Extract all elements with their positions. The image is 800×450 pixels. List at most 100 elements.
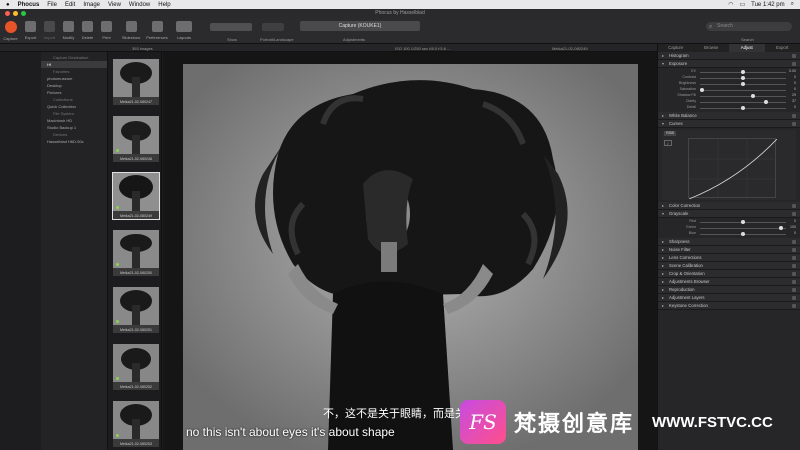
tool-reset-icon[interactable] [792, 248, 796, 252]
curve-graph[interactable] [688, 138, 778, 200]
minimize-window-icon[interactable] [13, 11, 18, 16]
slideshow-button[interactable]: Slideshow [120, 20, 142, 42]
thumbnail[interactable]: Meika21-02-080250 [113, 230, 159, 276]
tool-reset-icon[interactable] [792, 240, 796, 244]
battery-icon[interactable]: ▭ [739, 1, 745, 8]
exposure-slider-value[interactable]: 0 [794, 87, 796, 91]
exposure-slider-value[interactable]: 29 [792, 93, 796, 97]
import-button[interactable]: Import [41, 20, 58, 42]
exposure-slider-knob[interactable] [741, 70, 745, 74]
print-button[interactable]: Print [98, 20, 115, 42]
grayscale-slider-value[interactable]: 100 [790, 225, 796, 229]
eyedropper-icon[interactable]: ⁄ [664, 140, 672, 146]
exposure-slider-track[interactable] [700, 95, 786, 97]
quick-collection[interactable]: Quick Collection [41, 103, 107, 110]
tool-scene-calibration[interactable]: Scene Calibration [658, 262, 800, 270]
thumbnail[interactable]: Meika21-02-080248 [113, 116, 159, 162]
tool-lens-corrections[interactable]: Lens Corrections [658, 254, 800, 262]
tool-reset-icon[interactable] [792, 256, 796, 260]
spotlight-icon[interactable]: ⌕ [791, 1, 794, 8]
thumbnail[interactable]: Meika21-02-080251 [113, 287, 159, 333]
folder-hf[interactable]: Hf [41, 61, 107, 68]
grayscale-slider-value[interactable]: 0 [794, 231, 796, 235]
tool-reset-icon[interactable] [792, 212, 796, 216]
tool-reset-icon[interactable] [792, 296, 796, 300]
capture-session-button[interactable]: Capture (KOUKE1) [300, 21, 420, 31]
folder-photomuseum[interactable]: photomuseum [41, 75, 107, 82]
menu-window[interactable]: Window [129, 2, 150, 8]
exposure-slider-value[interactable]: 0 [794, 75, 796, 79]
tool-exposure[interactable]: Exposure [658, 60, 800, 68]
exposure-slider-knob[interactable] [700, 88, 704, 92]
grayscale-slider-knob[interactable] [741, 220, 745, 224]
volume-studio-backup[interactable]: Studio Backup 1 [41, 124, 107, 131]
preferences-button[interactable]: Preferences [145, 20, 169, 42]
tool-reset-icon[interactable] [792, 122, 796, 126]
curves-editor[interactable]: RGB ⁄ [662, 130, 796, 200]
device-camera[interactable]: Hasselblad H6D-50c [41, 138, 107, 145]
folder-pictures[interactable]: Pictures [41, 89, 107, 96]
zoom-window-icon[interactable] [21, 11, 26, 16]
tool-reproduction[interactable]: Reproduction [658, 286, 800, 294]
wifi-icon[interactable]: ◠ [728, 1, 733, 8]
exposure-slider-knob[interactable] [741, 82, 745, 86]
show-toggle[interactable] [210, 23, 252, 31]
tool-reset-icon[interactable] [792, 62, 796, 66]
tool-adjustment-layers[interactable]: Adjustment Layers [658, 294, 800, 302]
menu-view[interactable]: View [108, 2, 121, 8]
exposure-slider-value[interactable]: 0 [794, 81, 796, 85]
thumbnail[interactable]: Meika21-02-080247 [113, 59, 159, 105]
exposure-slider-knob[interactable] [741, 76, 745, 80]
image-viewer[interactable] [163, 52, 657, 450]
exposure-slider-track[interactable] [700, 101, 786, 103]
menu-edit[interactable]: Edit [65, 2, 75, 8]
tool-reset-icon[interactable] [792, 304, 796, 308]
grayscale-slider-track[interactable] [700, 227, 786, 229]
exposure-slider-knob[interactable] [750, 94, 755, 98]
layouts-button[interactable]: Layouts [172, 20, 196, 42]
delete-button[interactable]: Delete [79, 20, 96, 42]
exposure-slider-track[interactable] [700, 89, 786, 91]
apple-icon[interactable]: ● [6, 2, 10, 8]
menu-file[interactable]: File [47, 2, 57, 8]
search-input[interactable]: ⌕ Search [706, 22, 792, 31]
grayscale-slider-knob[interactable] [778, 226, 783, 230]
tool-crop-orientation[interactable]: Crop & Orientation [658, 270, 800, 278]
thumbnail[interactable]: Meika21-02-080252 [113, 344, 159, 390]
export-button[interactable]: Export [22, 20, 39, 42]
tool-reset-icon[interactable] [792, 204, 796, 208]
tool-adjustments-browser[interactable]: Adjustments Browser [658, 278, 800, 286]
tool-reset-icon[interactable] [792, 288, 796, 292]
clock[interactable]: Tue 1:42 pm [751, 2, 784, 8]
capture-button[interactable]: Capture [2, 20, 19, 42]
menu-phocus[interactable]: Phocus [18, 2, 40, 8]
exposure-slider-value[interactable]: 0 [794, 105, 796, 109]
tool-keystone-correction[interactable]: Keystone Correction [658, 302, 800, 310]
tool-reset-icon[interactable] [792, 114, 796, 118]
tab-browse[interactable]: Browse [694, 44, 730, 52]
tool-reset-icon[interactable] [792, 54, 796, 58]
tool-reset-icon[interactable] [792, 280, 796, 284]
tool-sharpness[interactable]: Sharpness [658, 238, 800, 246]
thumbnail-selected[interactable]: Meika21-02-080249 [112, 172, 160, 220]
tab-adjust[interactable]: Adjust [729, 44, 765, 52]
modify-button[interactable]: Modify [60, 20, 77, 42]
menu-help[interactable]: Help [158, 2, 170, 8]
tool-grayscale[interactable]: Grayscale [658, 210, 800, 218]
tool-reset-icon[interactable] [792, 264, 796, 268]
tool-white-balance[interactable]: White Balance [658, 112, 800, 120]
curve-channel-select[interactable]: RGB [664, 131, 676, 136]
volume-macintosh-hd[interactable]: Macintosh HD [41, 117, 107, 124]
exposure-slider-knob[interactable] [763, 100, 768, 104]
tool-histogram[interactable]: Histogram [658, 52, 800, 60]
thumbnail-strip[interactable]: Meika21-02-080247 Meika21-02-080248 Meik… [109, 52, 162, 450]
tool-color-correction[interactable]: Color Correction [658, 202, 800, 210]
grayscale-slider-value[interactable]: 0 [794, 219, 796, 223]
portrait-landscape-toggle[interactable] [262, 23, 284, 31]
tab-export[interactable]: Export [765, 44, 800, 52]
exposure-slider-knob[interactable] [741, 106, 745, 110]
grayscale-slider-knob[interactable] [741, 232, 745, 236]
tool-reset-icon[interactable] [792, 272, 796, 276]
menu-image[interactable]: Image [83, 2, 100, 8]
tool-curves[interactable]: Curves [658, 120, 800, 128]
